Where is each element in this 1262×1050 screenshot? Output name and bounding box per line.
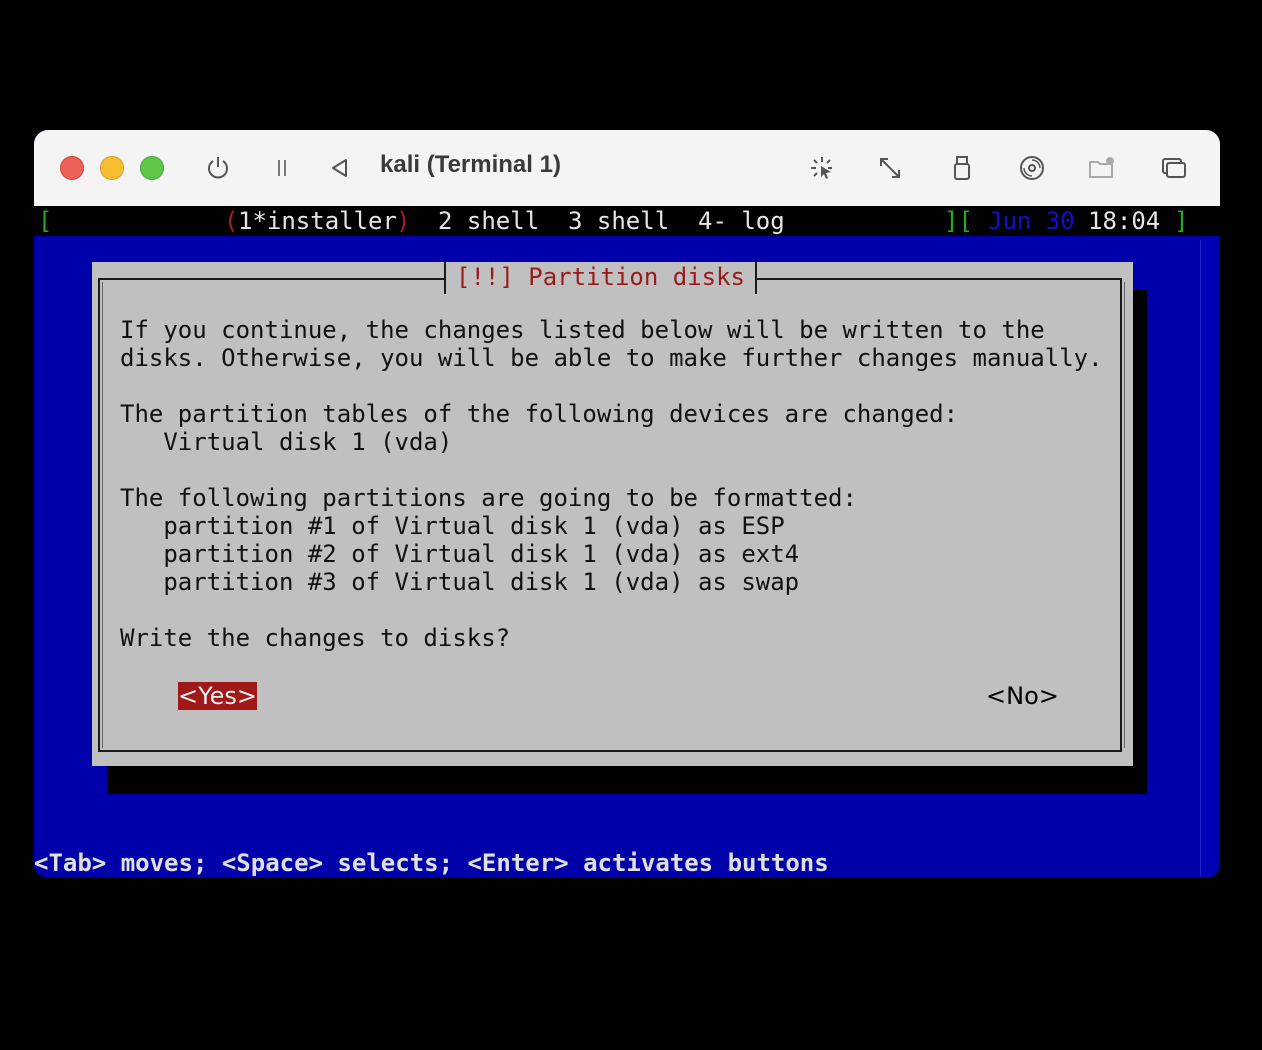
dialog-title: [!!] Partition disks <box>444 262 757 294</box>
close-window-button[interactable] <box>60 156 84 180</box>
screen-status-bar: [ ( 1*installer ) 2 shell 3 shell 4- log… <box>34 206 1220 236</box>
dialog-line: The following partitions are going to be… <box>120 484 857 512</box>
dialog-frame-inner-right <box>1124 282 1125 748</box>
dialog-line <box>120 596 1103 624</box>
dialog-line: disks. Otherwise, you will be able to ma… <box>120 344 1103 372</box>
no-button[interactable]: <No> <box>986 682 1059 710</box>
windows-icon[interactable] <box>1156 150 1192 186</box>
status-bracket-open: [ <box>38 207 53 235</box>
terminal-screen[interactable]: [ ( 1*installer ) 2 shell 3 shell 4- log… <box>34 206 1220 878</box>
dialog-line: partition #3 of Virtual disk 1 (vda) as … <box>120 568 800 596</box>
dialog-line <box>120 372 1103 400</box>
status-bracket-close: ] <box>1174 207 1189 235</box>
back-icon[interactable] <box>322 150 358 186</box>
disc-icon[interactable] <box>1014 150 1050 186</box>
status-window-2[interactable]: 2 shell <box>438 206 539 236</box>
dialog-line: The partition tables of the following de… <box>120 400 959 428</box>
status-window-4[interactable]: 4- log <box>698 206 785 236</box>
dialog-line: Write the changes to disks? <box>120 624 511 652</box>
resize-icon[interactable] <box>872 150 908 186</box>
scrollbar[interactable] <box>1200 240 1215 876</box>
status-paren-close: ) <box>396 207 411 235</box>
dialog-message: If you continue, the changes listed belo… <box>120 316 1103 652</box>
capture-mouse-icon[interactable] <box>804 150 840 186</box>
usb-icon[interactable] <box>944 150 980 186</box>
partition-dialog: [!!] Partition disks If you continue, th… <box>92 262 1133 766</box>
status-paren-open: ( <box>224 207 239 235</box>
minimize-window-button[interactable] <box>100 156 124 180</box>
status-window-3[interactable]: 3 shell <box>568 206 669 236</box>
title-bar: kali (Terminal 1) <box>34 130 1220 206</box>
shared-folder-icon[interactable] <box>1084 150 1120 186</box>
status-time: 18:04 <box>1088 207 1161 235</box>
dialog-line: If you continue, the changes listed belo… <box>120 316 1045 344</box>
dialog-line: Virtual disk 1 (vda) <box>120 428 453 456</box>
status-bracket-mid: ][ <box>944 207 973 235</box>
pause-icon[interactable] <box>264 150 300 186</box>
vm-window: kali (Terminal 1) [ ( 1*installer ) 2 sh… <box>34 130 1220 878</box>
window-title: kali (Terminal 1) <box>380 151 561 178</box>
dialog-frame-inner-left <box>102 282 103 748</box>
status-date: Jun 30 <box>988 207 1075 235</box>
power-icon[interactable] <box>200 150 236 186</box>
dialog-line: partition #1 of Virtual disk 1 (vda) as … <box>120 512 785 540</box>
status-window-1[interactable]: 1*installer <box>238 206 397 236</box>
dialog-line: partition #2 of Virtual disk 1 (vda) as … <box>120 540 800 568</box>
yes-button[interactable]: <Yes> <box>178 682 257 710</box>
help-line: <Tab> moves; <Space> selects; <Enter> ac… <box>34 849 829 877</box>
zoom-window-button[interactable] <box>140 156 164 180</box>
dialog-line <box>120 456 1103 484</box>
